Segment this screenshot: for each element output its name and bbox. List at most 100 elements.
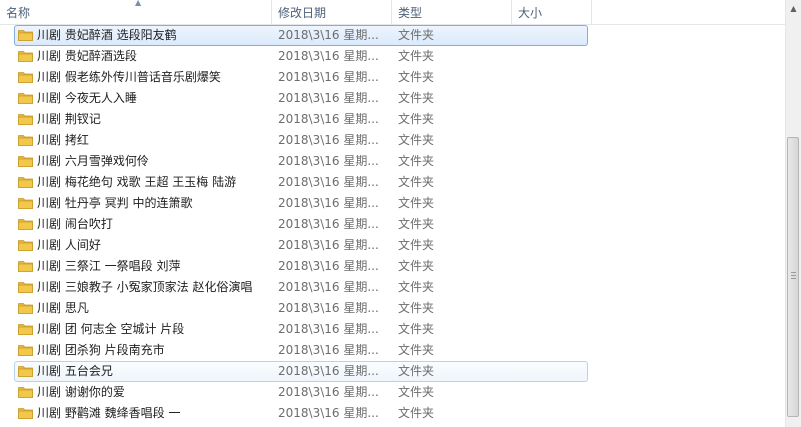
file-name: 川剧 梅花绝句 戏歌 王超 王玉梅 陆游 bbox=[37, 175, 237, 189]
file-type: 文件夹 bbox=[398, 322, 435, 336]
folder-icon bbox=[18, 93, 33, 104]
file-modified-date: 2018\3\16 星期... bbox=[278, 112, 379, 126]
file-type: 文件夹 bbox=[398, 49, 435, 63]
file-modified-date: 2018\3\16 星期... bbox=[278, 133, 379, 147]
file-row[interactable]: 川剧 五台会兄 2018\3\16 星期... 文件夹 bbox=[14, 361, 588, 382]
file-name: 川剧 六月雪弹戏何伶 bbox=[37, 154, 149, 168]
file-row[interactable]: 川剧 假老练外传川普话音乐剧爆笑 2018\3\16 星期... 文件夹 bbox=[0, 67, 785, 88]
file-row[interactable]: 川剧 梅花绝句 戏歌 王超 王玉梅 陆游 2018\3\16 星期... 文件夹 bbox=[0, 172, 785, 193]
file-name: 川剧 思凡 bbox=[37, 301, 89, 315]
file-type: 文件夹 bbox=[398, 70, 435, 84]
file-row[interactable]: 川剧 团杀狗 片段南充市 2018\3\16 星期... 文件夹 bbox=[0, 340, 785, 361]
file-row[interactable]: 川剧 思凡 2018\3\16 星期... 文件夹 bbox=[0, 298, 785, 319]
folder-icon bbox=[18, 114, 33, 125]
file-name: 川剧 团 何志全 空城计 片段 bbox=[37, 322, 185, 336]
column-header-modified-label: 修改日期 bbox=[278, 6, 327, 20]
file-row[interactable]: 川剧 三祭江 一祭唱段 刘萍 2018\3\16 星期... 文件夹 bbox=[0, 256, 785, 277]
file-modified-date: 2018\3\16 星期... bbox=[278, 238, 379, 252]
file-modified-date: 2018\3\16 星期... bbox=[278, 385, 379, 399]
file-name: 川剧 谢谢你的爱 bbox=[37, 385, 125, 399]
file-row[interactable]: 川剧 牡丹亭 冥判 中的连箫歌 2018\3\16 星期... 文件夹 bbox=[0, 193, 785, 214]
file-modified-date: 2018\3\16 星期... bbox=[278, 343, 379, 357]
folder-icon bbox=[18, 240, 33, 251]
file-name: 川剧 三祭江 一祭唱段 刘萍 bbox=[37, 259, 181, 273]
file-list: 川剧 贵妃醉酒 选段阳友鹤 2018\3\16 星期... 文件夹 川剧 贵妃醉酒选段… bbox=[0, 25, 785, 424]
file-type: 文件夹 bbox=[398, 301, 435, 315]
file-modified-date: 2018\3\16 星期... bbox=[278, 259, 379, 273]
column-header-name[interactable]: ▲ 名称 bbox=[0, 0, 272, 24]
file-modified-date: 2018\3\16 星期... bbox=[278, 175, 379, 189]
file-modified-date: 2018\3\16 星期... bbox=[278, 280, 379, 294]
vertical-scrollbar[interactable]: ▲ bbox=[785, 0, 801, 427]
file-row[interactable]: 川剧 荆钗记 2018\3\16 星期... 文件夹 bbox=[0, 109, 785, 130]
file-type: 文件夹 bbox=[398, 217, 435, 231]
folder-icon bbox=[18, 219, 33, 230]
file-modified-date: 2018\3\16 星期... bbox=[278, 70, 379, 84]
column-header-type-label: 类型 bbox=[398, 6, 423, 20]
file-row[interactable]: 川剧 拷红 2018\3\16 星期... 文件夹 bbox=[0, 130, 785, 151]
file-modified-date: 2018\3\16 星期... bbox=[278, 322, 379, 336]
file-type: 文件夹 bbox=[398, 28, 435, 42]
file-row[interactable]: 川剧 野鹳滩 魏绛香唱段 一 2018\3\16 星期... 文件夹 bbox=[0, 403, 785, 424]
folder-icon bbox=[18, 324, 33, 335]
column-header-type[interactable]: 类型 bbox=[392, 0, 512, 24]
file-modified-date: 2018\3\16 星期... bbox=[278, 217, 379, 231]
file-name: 川剧 假老练外传川普话音乐剧爆笑 bbox=[37, 70, 221, 84]
file-name: 川剧 人间好 bbox=[37, 238, 101, 252]
folder-icon bbox=[18, 366, 33, 377]
file-type: 文件夹 bbox=[398, 238, 435, 252]
column-header-modified[interactable]: 修改日期 bbox=[272, 0, 392, 24]
file-name: 川剧 五台会兄 bbox=[37, 364, 113, 378]
file-type: 文件夹 bbox=[398, 280, 435, 294]
file-row[interactable]: 川剧 人间好 2018\3\16 星期... 文件夹 bbox=[0, 235, 785, 256]
folder-icon bbox=[18, 345, 33, 356]
column-header-size[interactable]: 大小 bbox=[512, 0, 592, 24]
file-name: 川剧 牡丹亭 冥判 中的连箫歌 bbox=[37, 196, 193, 210]
file-name: 川剧 团杀狗 片段南充市 bbox=[37, 343, 165, 357]
folder-icon bbox=[18, 282, 33, 293]
folder-icon bbox=[18, 72, 33, 83]
file-row[interactable]: 川剧 闹台吹打 2018\3\16 星期... 文件夹 bbox=[0, 214, 785, 235]
file-row[interactable]: 川剧 三娘教子 小冤家顶家法 赵化俗演唱 2018\3\16 星期... 文件夹 bbox=[0, 277, 785, 298]
column-header-bar: ▲ 名称 修改日期 类型 大小 bbox=[0, 0, 785, 25]
file-name: 川剧 贵妃醉酒 选段阳友鹤 bbox=[37, 28, 177, 42]
file-name: 川剧 野鹳滩 魏绛香唱段 一 bbox=[37, 406, 181, 420]
file-modified-date: 2018\3\16 星期... bbox=[278, 406, 379, 420]
file-type: 文件夹 bbox=[398, 406, 435, 420]
file-type: 文件夹 bbox=[398, 259, 435, 273]
folder-icon bbox=[18, 30, 33, 41]
file-modified-date: 2018\3\16 星期... bbox=[278, 28, 379, 42]
file-modified-date: 2018\3\16 星期... bbox=[278, 301, 379, 315]
file-type: 文件夹 bbox=[398, 385, 435, 399]
file-row[interactable]: 川剧 贵妃醉酒选段 2018\3\16 星期... 文件夹 bbox=[0, 46, 785, 67]
file-name: 川剧 拷红 bbox=[37, 133, 89, 147]
file-type: 文件夹 bbox=[398, 112, 435, 126]
file-type: 文件夹 bbox=[398, 91, 435, 105]
file-modified-date: 2018\3\16 星期... bbox=[278, 91, 379, 105]
file-type: 文件夹 bbox=[398, 175, 435, 189]
folder-icon bbox=[18, 261, 33, 272]
file-name: 川剧 三娘教子 小冤家顶家法 赵化俗演唱 bbox=[37, 280, 253, 294]
file-row[interactable]: 川剧 团 何志全 空城计 片段 2018\3\16 星期... 文件夹 bbox=[0, 319, 785, 340]
file-row[interactable]: 川剧 谢谢你的爱 2018\3\16 星期... 文件夹 bbox=[0, 382, 785, 403]
file-modified-date: 2018\3\16 星期... bbox=[278, 154, 379, 168]
column-header-size-label: 大小 bbox=[518, 6, 543, 20]
folder-icon bbox=[18, 51, 33, 62]
file-modified-date: 2018\3\16 星期... bbox=[278, 196, 379, 210]
file-row[interactable]: 川剧 六月雪弹戏何伶 2018\3\16 星期... 文件夹 bbox=[0, 151, 785, 172]
sort-ascending-icon: ▲ bbox=[135, 0, 142, 7]
scrollbar-thumb[interactable] bbox=[787, 137, 799, 417]
file-row[interactable]: 川剧 今夜无人入睡 2018\3\16 星期... 文件夹 bbox=[0, 88, 785, 109]
file-type: 文件夹 bbox=[398, 196, 435, 210]
folder-icon bbox=[18, 303, 33, 314]
file-type: 文件夹 bbox=[398, 343, 435, 357]
file-type: 文件夹 bbox=[398, 133, 435, 147]
scroll-up-arrow-icon[interactable]: ▲ bbox=[786, 0, 801, 17]
folder-icon bbox=[18, 198, 33, 209]
file-row[interactable]: 川剧 贵妃醉酒 选段阳友鹤 2018\3\16 星期... 文件夹 bbox=[14, 25, 588, 46]
file-type: 文件夹 bbox=[398, 364, 435, 378]
folder-icon bbox=[18, 135, 33, 146]
folder-icon bbox=[18, 387, 33, 398]
file-type: 文件夹 bbox=[398, 154, 435, 168]
folder-icon bbox=[18, 408, 33, 419]
